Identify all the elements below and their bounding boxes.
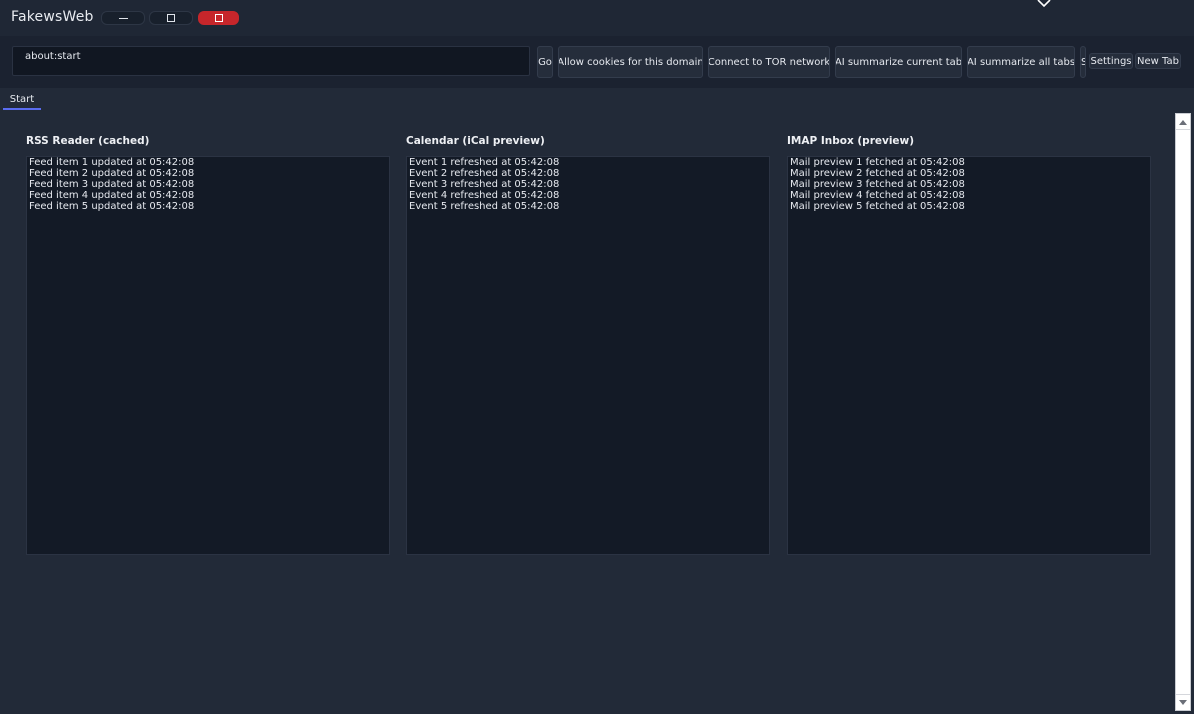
list-item: Mail preview 3 fetched at 05:42:08 [790, 179, 965, 190]
calendar-panel-title: Calendar (iCal preview) [406, 135, 545, 147]
list-item: Event 1 refreshed at 05:42:08 [409, 157, 560, 168]
toolbar: about:start Go Allow cookies for this do… [0, 36, 1194, 88]
calendar-panel[interactable]: Event 1 refreshed at 05:42:08 Event 2 re… [406, 156, 770, 555]
scroll-down-icon [1179, 699, 1187, 705]
new-tab-button[interactable]: New Tab [1135, 53, 1181, 69]
overflow-button[interactable]: S [1080, 46, 1086, 78]
list-item: Feed item 2 updated at 05:42:08 [29, 168, 195, 179]
title-bar: FakewsWeb [0, 0, 1194, 36]
list-item: Event 5 refreshed at 05:42:08 [409, 201, 560, 212]
allow-cookies-button[interactable]: Allow cookies for this domain [558, 46, 703, 78]
list-item: Feed item 5 updated at 05:42:08 [29, 201, 195, 212]
vertical-scrollbar[interactable] [1175, 113, 1191, 711]
scroll-up-button[interactable] [1176, 115, 1190, 130]
list-item: Mail preview 5 fetched at 05:42:08 [790, 201, 965, 212]
tab-bar: Start [0, 88, 1194, 110]
list-item: Mail preview 2 fetched at 05:42:08 [790, 168, 965, 179]
list-item: Event 3 refreshed at 05:42:08 [409, 179, 560, 190]
connect-tor-button[interactable]: Connect to TOR network [708, 46, 830, 78]
app-title: FakewsWeb [11, 9, 94, 25]
list-item: Mail preview 1 fetched at 05:42:08 [790, 157, 965, 168]
rss-panel-title: RSS Reader (cached) [26, 135, 150, 147]
scroll-down-button[interactable] [1176, 694, 1190, 709]
cursor-icon [1037, 0, 1051, 8]
scroll-up-icon [1179, 119, 1187, 125]
list-item: Event 2 refreshed at 05:42:08 [409, 168, 560, 179]
list-item: Feed item 3 updated at 05:42:08 [29, 179, 195, 190]
tab-start[interactable]: Start [3, 90, 41, 108]
list-item: Event 4 refreshed at 05:42:08 [409, 190, 560, 201]
imap-panel-title: IMAP Inbox (preview) [787, 135, 915, 147]
minimize-button[interactable] [101, 11, 145, 25]
go-button[interactable]: Go [537, 46, 553, 78]
ai-summarize-all-button[interactable]: AI summarize all tabs [967, 46, 1075, 78]
imap-panel[interactable]: Mail preview 1 fetched at 05:42:08 Mail … [787, 156, 1151, 555]
close-icon [214, 14, 223, 22]
active-tab-indicator [3, 108, 41, 110]
list-item: Mail preview 4 fetched at 05:42:08 [790, 190, 965, 201]
rss-panel[interactable]: Feed item 1 updated at 05:42:08 Feed ite… [26, 156, 390, 555]
url-input[interactable]: about:start [12, 46, 530, 76]
maximize-button[interactable] [149, 11, 193, 25]
maximize-icon [167, 14, 175, 22]
close-button[interactable] [198, 11, 239, 25]
list-item: Feed item 1 updated at 05:42:08 [29, 157, 195, 168]
settings-button[interactable]: Settings [1089, 53, 1133, 69]
ai-summarize-current-button[interactable]: AI summarize current tab [835, 46, 962, 78]
minimize-icon [118, 17, 128, 19]
list-item: Feed item 4 updated at 05:42:08 [29, 190, 195, 201]
